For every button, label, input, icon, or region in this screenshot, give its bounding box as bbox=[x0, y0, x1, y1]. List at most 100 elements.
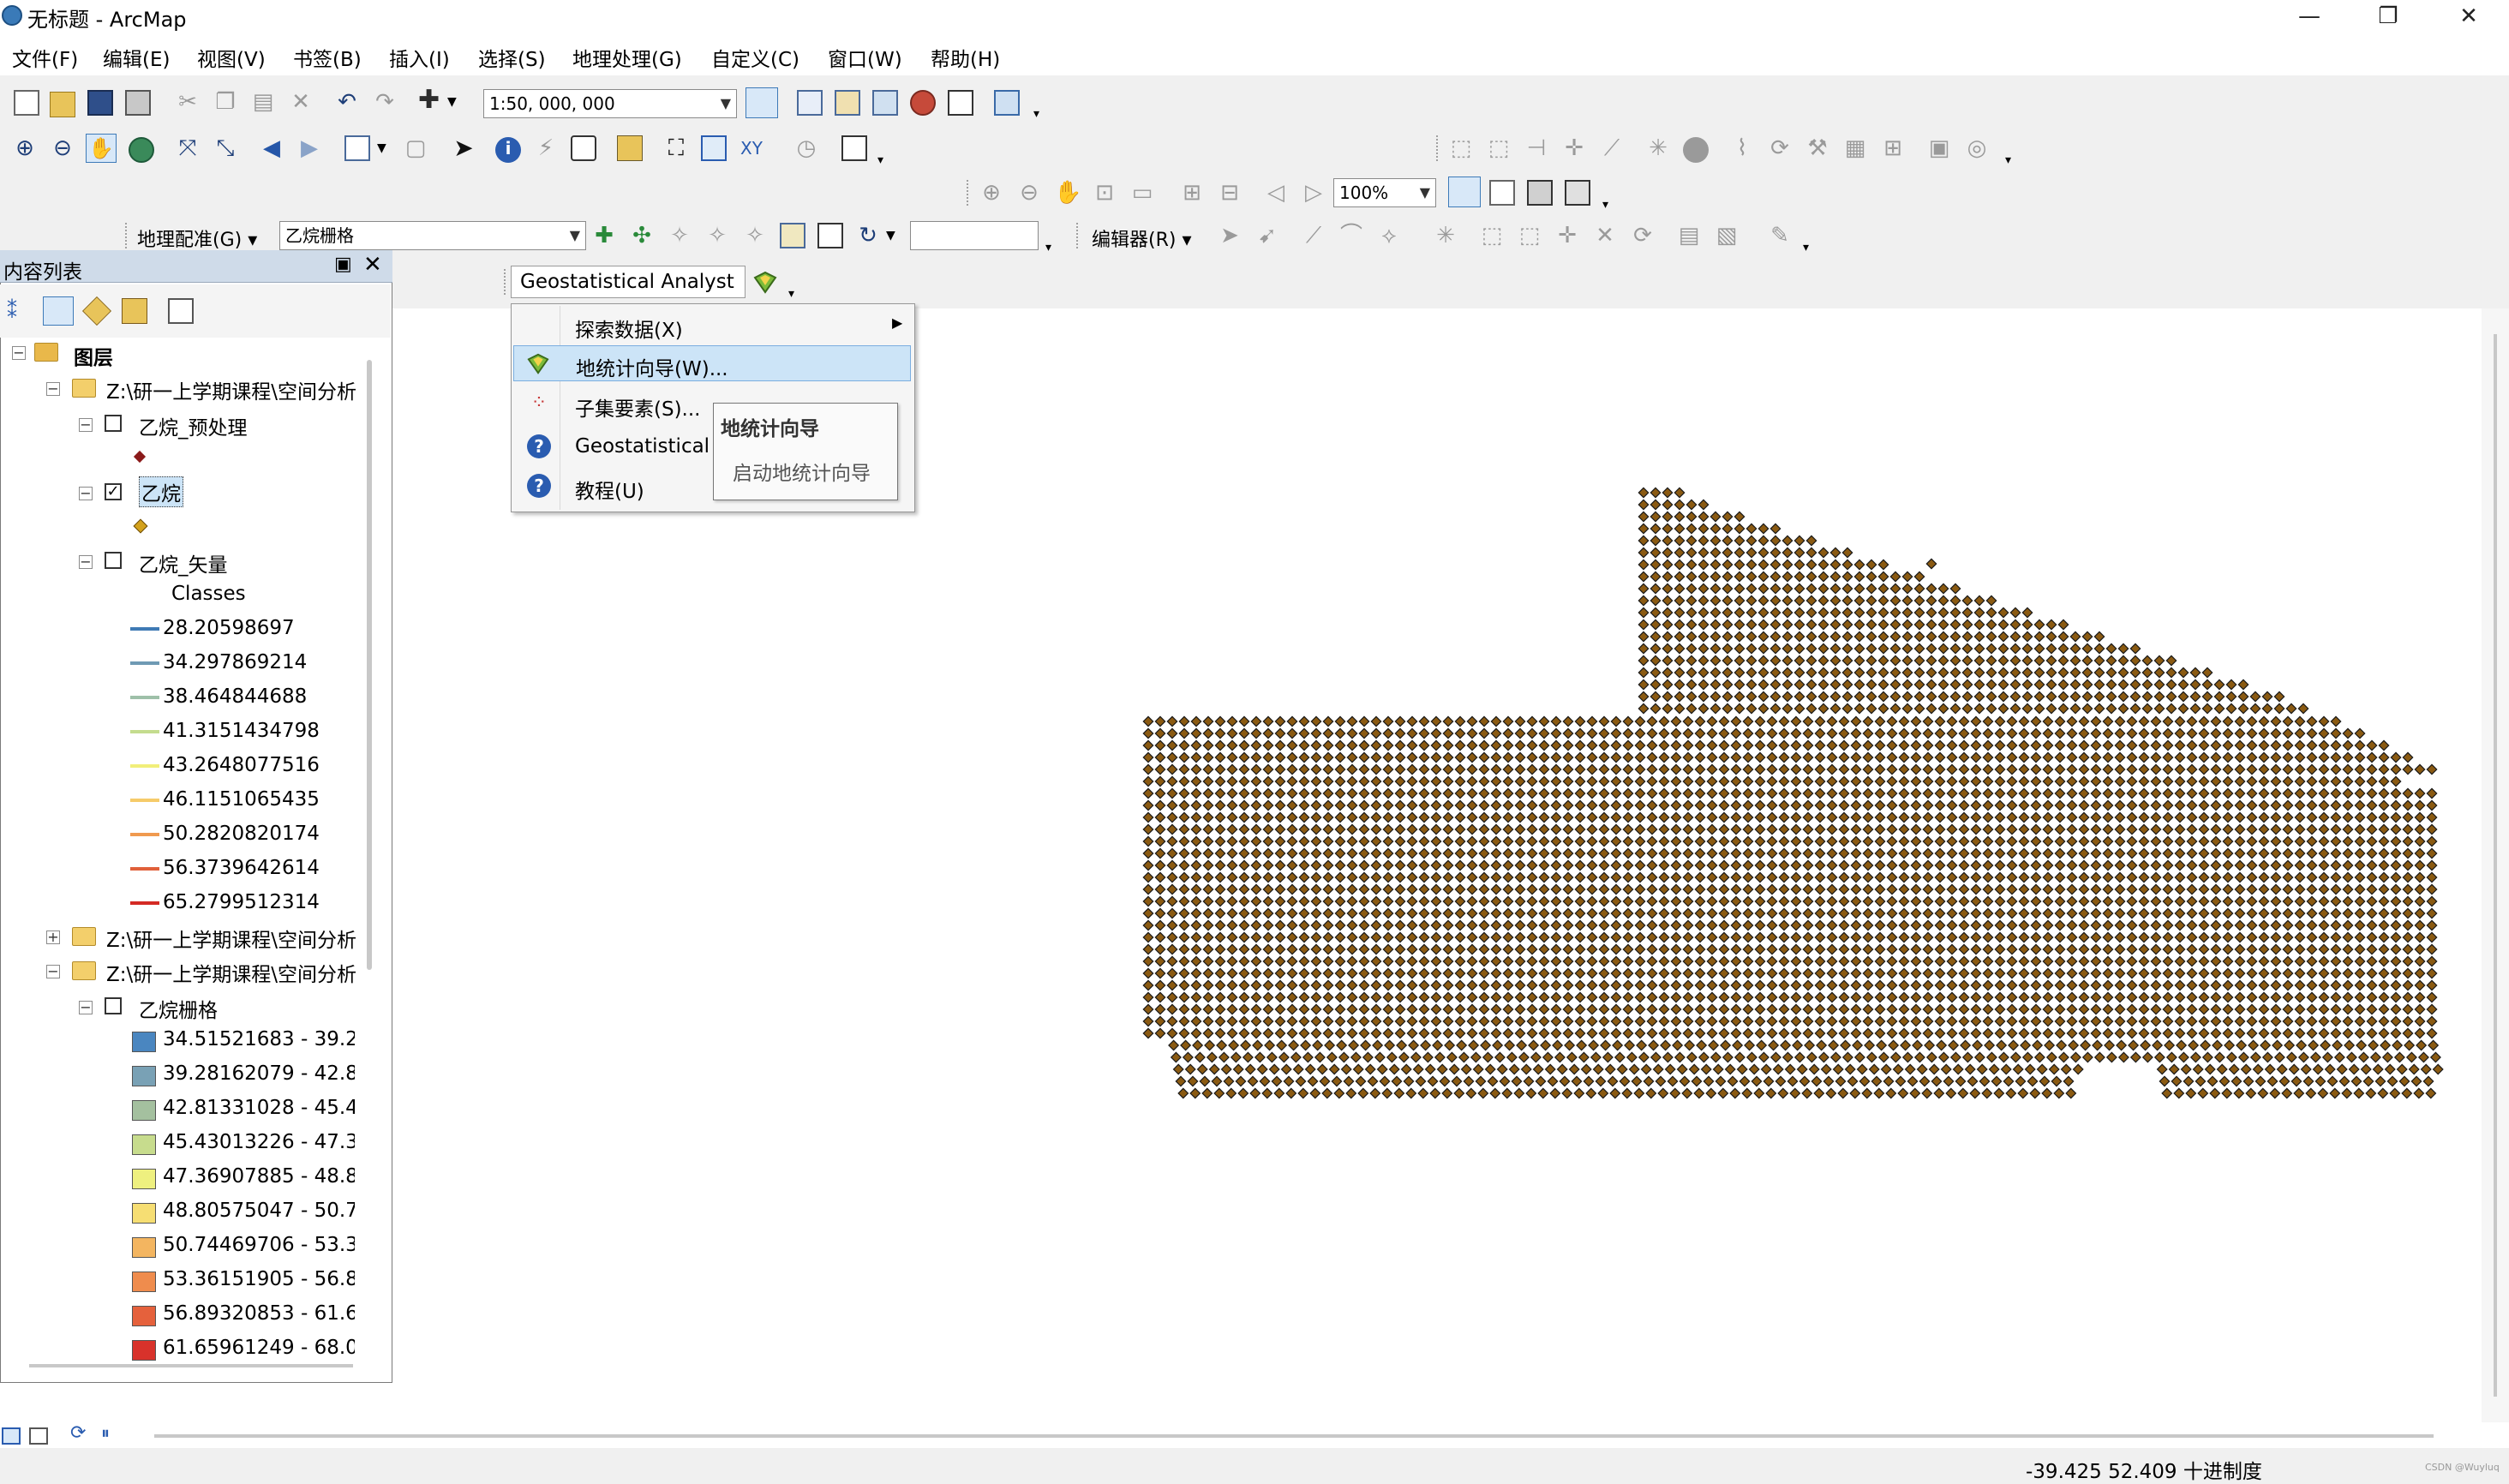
toolbar-options-icon[interactable]: ▾ bbox=[877, 147, 903, 173]
group1-label[interactable]: Z:\研一上学期课程\空间分析 bbox=[106, 375, 360, 404]
menu-edit[interactable]: 编辑(E) bbox=[103, 43, 170, 72]
add-data-icon[interactable]: ✚ bbox=[418, 87, 444, 113]
undo-icon[interactable]: ↶ bbox=[334, 89, 360, 115]
menu-geoprocessing[interactable]: 地理处理(G) bbox=[572, 43, 682, 72]
layout-zoom-combo[interactable]: 100% ▼ bbox=[1333, 178, 1436, 207]
toc-options-icon[interactable] bbox=[168, 298, 194, 324]
select-features-icon[interactable] bbox=[344, 135, 370, 161]
menu-customize[interactable]: 自定义(C) bbox=[711, 43, 799, 72]
toolbar-grip[interactable] bbox=[125, 223, 130, 248]
group2-expand-icon[interactable]: + bbox=[46, 930, 60, 944]
layers-root-label[interactable]: 图层 bbox=[74, 341, 113, 370]
vector-collapse-icon[interactable]: − bbox=[79, 555, 93, 569]
rotate-tool-icon[interactable]: ↻ bbox=[855, 223, 881, 248]
refresh-icon[interactable]: ⟳ bbox=[70, 1422, 86, 1444]
data-driven-pages-icon[interactable] bbox=[1565, 180, 1590, 206]
cut-icon[interactable]: ✂ bbox=[175, 89, 201, 115]
toolbar-options-icon[interactable]: ▾ bbox=[1033, 101, 1059, 127]
layer-ethane-label[interactable]: 乙烷 bbox=[139, 476, 183, 507]
save-icon[interactable] bbox=[87, 90, 113, 116]
preprocess-collapse-icon[interactable]: − bbox=[79, 418, 93, 432]
focus-data-frame-icon[interactable] bbox=[1489, 180, 1515, 206]
fixed-zoom-in-icon[interactable]: ⤧ bbox=[175, 135, 201, 161]
arctoolbox-icon[interactable] bbox=[910, 90, 936, 116]
toolbar-grip[interactable] bbox=[1436, 135, 1441, 161]
toolbar-options-icon[interactable]: ▾ bbox=[1045, 235, 1071, 260]
toc-close-icon[interactable]: ✕ bbox=[363, 252, 382, 278]
toolbar-options-icon[interactable]: ▾ bbox=[2005, 147, 2031, 173]
menu-insert[interactable]: 插入(I) bbox=[389, 43, 450, 72]
view-link-table-icon[interactable] bbox=[780, 223, 805, 248]
map-horizontal-scrollbar[interactable] bbox=[147, 1426, 2509, 1446]
create-viewer-window-icon[interactable] bbox=[841, 135, 867, 161]
change-layout-icon[interactable] bbox=[1527, 180, 1553, 206]
menu-bookmarks[interactable]: 书签(B) bbox=[293, 43, 362, 72]
pin-icon[interactable]: ▣ bbox=[334, 254, 352, 275]
toolbar-grip[interactable] bbox=[504, 269, 509, 295]
new-document-icon[interactable] bbox=[14, 90, 39, 116]
delete-icon[interactable]: ✕ bbox=[288, 89, 314, 115]
minimize-button[interactable]: — bbox=[2271, 0, 2348, 34]
full-extent-globe-icon[interactable] bbox=[129, 137, 154, 163]
geostatistical-analyst-menu-button[interactable]: Geostatistical Analyst ▼ bbox=[511, 266, 746, 322]
ethane-visibility-checkbox[interactable]: ✓ bbox=[105, 483, 122, 500]
layers-collapse-icon[interactable]: − bbox=[12, 346, 26, 360]
ethane-collapse-icon[interactable]: − bbox=[79, 487, 93, 500]
toc-horizontal-scrollbar[interactable] bbox=[29, 1364, 353, 1367]
layer-vector-label[interactable]: 乙烷_矢量 bbox=[139, 548, 228, 577]
rotate-dropdown-icon[interactable]: ▼ bbox=[886, 223, 912, 248]
data-view-button[interactable] bbox=[2, 1427, 21, 1445]
list-by-selection-icon[interactable] bbox=[122, 298, 147, 324]
viewer-icon[interactable] bbox=[817, 223, 843, 248]
time-slider-icon[interactable]: ◷ bbox=[793, 135, 819, 161]
redo-icon[interactable]: ↷ bbox=[372, 89, 398, 115]
zoom-out-icon[interactable]: ⊖ bbox=[50, 135, 75, 161]
editor-toolbar-icon[interactable] bbox=[746, 87, 778, 118]
toolbar-grip[interactable] bbox=[967, 180, 972, 206]
list-by-visibility-icon[interactable] bbox=[82, 296, 111, 326]
toolbar-grip[interactable] bbox=[1076, 223, 1081, 248]
add-data-dropdown-icon[interactable]: ▼ bbox=[447, 89, 473, 115]
pause-drawing-icon[interactable]: ⏸ bbox=[101, 1422, 110, 1443]
map-scale-combo[interactable]: 1:50, 000, 000 ▼ bbox=[483, 89, 737, 118]
html-popup-icon[interactable] bbox=[571, 135, 596, 161]
catalog-window-icon[interactable] bbox=[835, 90, 860, 116]
clear-selection-icon[interactable]: ▢ bbox=[403, 135, 428, 161]
auto-registration-icon[interactable]: ✣ bbox=[629, 223, 655, 248]
modelbuilder-icon[interactable] bbox=[994, 90, 1020, 116]
measure-icon[interactable] bbox=[617, 135, 643, 161]
search-window-icon[interactable] bbox=[872, 90, 898, 116]
select-elements-arrow-icon[interactable]: ➤ bbox=[451, 135, 476, 161]
menu-item-geostatistical-wizard[interactable]: 地统计向导(W)... bbox=[513, 345, 911, 381]
copy-icon[interactable]: ❐ bbox=[213, 89, 238, 115]
forward-arrow-icon[interactable]: ▶ bbox=[296, 135, 322, 161]
toolbar-options-icon[interactable]: ▾ bbox=[1602, 192, 1628, 218]
find-route-icon[interactable] bbox=[701, 135, 727, 161]
toc-vertical-scrollbar[interactable] bbox=[367, 360, 372, 970]
preprocess-visibility-checkbox[interactable] bbox=[105, 415, 122, 432]
fixed-zoom-out-icon[interactable]: ⤡ bbox=[213, 135, 238, 161]
identify-icon[interactable]: i bbox=[495, 137, 521, 163]
layer-preprocess-label[interactable]: 乙烷_预处理 bbox=[139, 411, 248, 440]
open-folder-icon[interactable] bbox=[50, 92, 75, 117]
table-of-contents-window-icon[interactable] bbox=[797, 90, 823, 116]
zoom-in-icon[interactable]: ⊕ bbox=[12, 135, 38, 161]
georef-input-field[interactable] bbox=[910, 221, 1039, 250]
group1-collapse-icon[interactable]: − bbox=[46, 382, 60, 396]
menu-selection[interactable]: 选择(S) bbox=[478, 43, 546, 72]
horizontal-scroll-thumb[interactable] bbox=[154, 1434, 2434, 1438]
close-button[interactable]: ✕ bbox=[2430, 0, 2507, 34]
layout-view-button[interactable] bbox=[29, 1427, 48, 1445]
list-by-drawing-order-icon[interactable]: ⁑ bbox=[7, 298, 33, 324]
toggle-draft-mode-icon[interactable] bbox=[1448, 177, 1481, 207]
menu-view[interactable]: 视图(V) bbox=[197, 43, 266, 72]
python-window-icon[interactable] bbox=[948, 90, 973, 116]
restore-button[interactable]: ❐ bbox=[2350, 0, 2427, 34]
georeferencing-menu[interactable]: 地理配准(G) ▾ bbox=[137, 224, 257, 252]
editor-menu[interactable]: 编辑器(R) ▾ bbox=[1092, 224, 1192, 252]
geostatistical-wizard-toolbar-icon[interactable] bbox=[752, 269, 778, 295]
raster-collapse-icon[interactable]: − bbox=[79, 1001, 93, 1014]
paste-icon[interactable]: ▤ bbox=[250, 89, 276, 115]
list-by-source-icon[interactable] bbox=[43, 296, 74, 326]
pan-hand-icon[interactable]: ✋ bbox=[86, 134, 117, 163]
